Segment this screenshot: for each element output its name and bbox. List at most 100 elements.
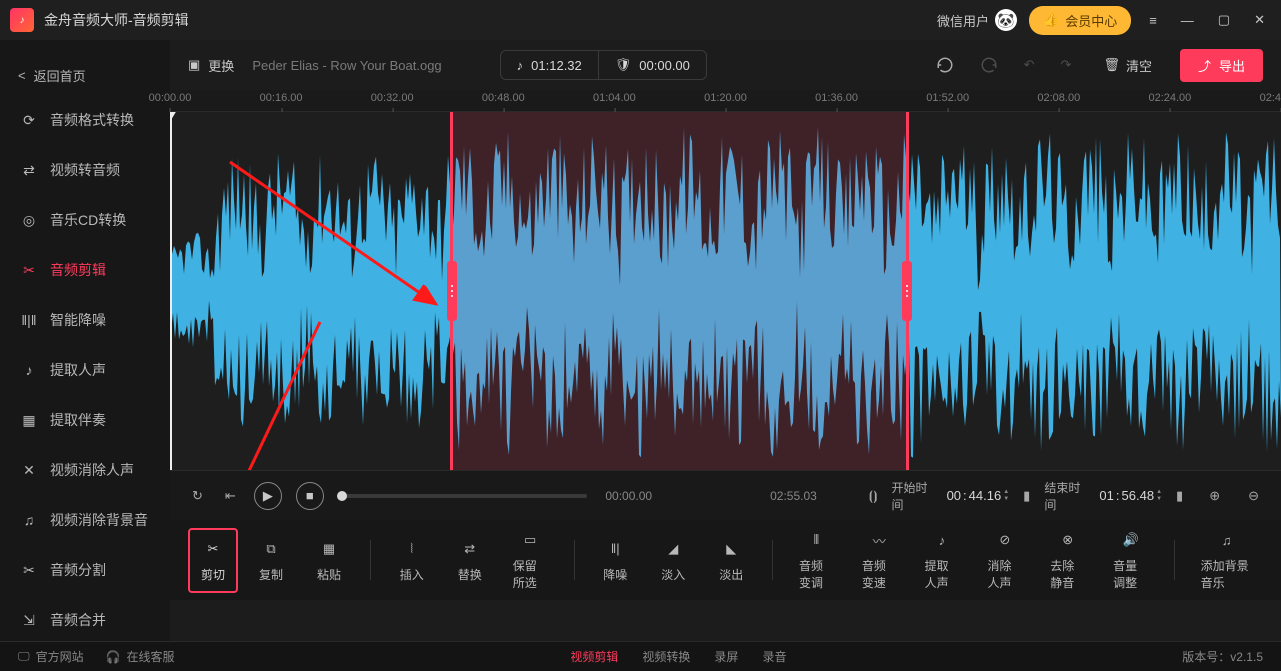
play-button[interactable]: ▶ <box>254 482 282 510</box>
sidebar-item-label: 视频消除人声 <box>50 460 134 480</box>
status-tab-3[interactable]: 录音 <box>762 648 786 665</box>
tool-copy[interactable]: ⧉复制 <box>246 530 296 591</box>
redo-far-button[interactable]: ↷ <box>1057 53 1076 77</box>
waveform-area[interactable] <box>170 112 1281 470</box>
ruler-mark: 02:40.00 <box>1260 92 1281 104</box>
bracket-left-icon[interactable]: ⦗⦘ <box>865 484 882 508</box>
status-tab-2[interactable]: 录屏 <box>714 648 738 665</box>
sidebar-item-label: 音频合并 <box>50 610 106 630</box>
split-icon: ✂ <box>20 561 38 579</box>
playhead[interactable] <box>170 112 172 470</box>
end-time-input[interactable]: 01 : 56.48 ▲▼ <box>1099 488 1162 503</box>
sidebar-item-5[interactable]: ♪提取人声 <box>0 345 170 395</box>
tool-keep[interactable]: ▭保留所选 <box>503 521 558 599</box>
status-tab-0[interactable]: 视频剪辑 <box>570 648 618 665</box>
tool-remove-silence[interactable]: ⊗去除静音 <box>1040 521 1095 599</box>
tool-remove-voice[interactable]: ⊘消除人声 <box>977 521 1032 599</box>
status-tab-1[interactable]: 视频转换 <box>642 648 690 665</box>
sidebar-item-2[interactable]: ◎音乐CD转换 <box>0 195 170 245</box>
sidebar-item-0[interactable]: ⟳音频格式转换 <box>0 95 170 145</box>
skip-start-button[interactable]: ⇤ <box>221 484 240 508</box>
sidebar-item-4[interactable]: ‖|‖智能降噪 <box>0 295 170 345</box>
stop-button[interactable]: ■ <box>296 482 324 510</box>
remove-voice-icon: ⊘ <box>994 529 1016 551</box>
file-icon: ▣ <box>188 57 200 73</box>
avatar-icon: 🐼 <box>995 9 1017 31</box>
tool-replace[interactable]: ⇄替换 <box>445 530 495 591</box>
sidebar-item-3[interactable]: ✂音频剪辑 <box>0 245 170 295</box>
timeline-ruler[interactable]: 00:00.0000:16.0000:32.0000:48.0001:04.00… <box>170 90 1281 112</box>
progress-knob[interactable] <box>337 491 347 501</box>
chevron-up-icon[interactable]: ▲ <box>1156 489 1162 495</box>
sidebar-back-label: 返回首页 <box>34 66 86 85</box>
tool-label: 提取人声 <box>925 557 960 591</box>
sidebar-item-9[interactable]: ✂音频分割 <box>0 545 170 595</box>
chevron-down-icon[interactable]: ▼ <box>1156 496 1162 502</box>
video-to-audio-icon: ⇄ <box>20 161 38 179</box>
sidebar-item-7[interactable]: ✕视频消除人声 <box>0 445 170 495</box>
sidebar-item-label: 提取人声 <box>50 360 106 380</box>
vip-button[interactable]: 👍 会员中心 <box>1029 6 1131 35</box>
tool-denoise-tool[interactable]: ‖|降噪 <box>590 530 640 591</box>
selection-overlay[interactable] <box>450 112 909 470</box>
tool-label: 音频变调 <box>799 557 834 591</box>
tool-pitch[interactable]: ⫴音频变调 <box>789 521 844 599</box>
headset-icon: 🎧 <box>106 650 121 664</box>
sidebar-item-8[interactable]: ♫视频消除背景音 <box>0 495 170 545</box>
redo-button[interactable] <box>976 52 1002 78</box>
minimize-button[interactable]: — <box>1175 9 1200 32</box>
sidebar-item-6[interactable]: ▦提取伴奏 <box>0 395 170 445</box>
tool-insert[interactable]: ⦚插入 <box>387 530 437 591</box>
selection-duration[interactable]: ♪ 01:12.32 <box>501 51 599 79</box>
cd-icon: ◎ <box>20 211 38 229</box>
official-site-link[interactable]: 🖵 官方网站 <box>18 648 84 665</box>
titlebar: ♪ 金舟音频大师-音频剪辑 微信用户 🐼 👍 会员中心 ≡ — ▢ ✕ <box>0 0 1281 40</box>
selection-handle-right[interactable] <box>902 261 912 321</box>
start-time-input[interactable]: 00 : 44.16 ▲▼ <box>947 488 1010 503</box>
wechat-user[interactable]: 微信用户 🐼 <box>937 9 1017 31</box>
export-label: 导出 <box>1219 56 1245 75</box>
progress-track[interactable] <box>342 494 588 498</box>
ruler-mark: 00:00.00 <box>149 92 192 104</box>
paste-icon: ▦ <box>318 538 340 560</box>
playback-bar: ↻ ⇤ ▶ ■ 00:00.00 02:55.03 ⦗⦘ 开始时间 00 : 4… <box>170 470 1281 520</box>
maximize-button[interactable]: ▢ <box>1212 8 1236 32</box>
zoom-in-button[interactable]: ⊕ <box>1205 484 1224 508</box>
clear-button[interactable]: 🗑 清空 <box>1093 50 1162 81</box>
tool-paste[interactable]: ▦粘贴 <box>304 530 354 591</box>
ruler-mark: 02:24.00 <box>1148 92 1191 104</box>
copy-icon: ⧉ <box>260 538 282 560</box>
tool-extract-voice[interactable]: ♪提取人声 <box>915 521 970 599</box>
chevron-down-icon[interactable]: ▼ <box>1003 496 1009 502</box>
flag-end-icon[interactable]: ▮ <box>1172 484 1187 508</box>
tool-speed[interactable]: 〰音频变速 <box>852 521 907 599</box>
version-label: 版本号： <box>1182 650 1230 664</box>
export-button[interactable]: ⤴ 导出 <box>1180 49 1263 82</box>
statusbar: 🖵 官方网站 🎧 在线客服 视频剪辑视频转换录屏录音 版本号：v2.1.5 <box>0 641 1281 671</box>
tool-fadein[interactable]: ◢淡入 <box>648 530 698 591</box>
file-toolbar: ▣ 更换 Peder Elias - Row Your Boat.ogg ♪ 0… <box>170 40 1281 90</box>
close-button[interactable]: ✕ <box>1248 8 1271 32</box>
tool-volume[interactable]: 🔊音量调整 <box>1103 521 1158 599</box>
sidebar-back[interactable]: < 返回首页 <box>0 56 170 95</box>
tool-cut[interactable]: ✂剪切 <box>188 528 238 593</box>
tool-add-bgm[interactable]: ♫添加背景音乐 <box>1191 521 1263 599</box>
sidebar-item-label: 提取伴奏 <box>50 410 106 430</box>
undo-far-button[interactable]: ↶ <box>1020 53 1039 77</box>
total-time: 02:55.03 <box>770 489 817 503</box>
tool-fadeout[interactable]: ◣淡出 <box>706 530 756 591</box>
swap-file-button[interactable]: ▣ 更换 <box>188 56 234 75</box>
zoom-out-button[interactable]: ⊖ <box>1244 484 1263 508</box>
sidebar-item-1[interactable]: ⇄ 视频转音频 <box>0 145 170 195</box>
chevron-up-icon[interactable]: ▲ <box>1003 489 1009 495</box>
protect-duration[interactable]: 🛡 00:00.00 <box>599 51 706 79</box>
support-link[interactable]: 🎧 在线客服 <box>106 648 175 665</box>
loop-button[interactable]: ↻ <box>188 484 207 508</box>
undo-button[interactable] <box>932 52 958 78</box>
menu-button[interactable]: ≡ <box>1143 9 1163 32</box>
sidebar-item-label: 智能降噪 <box>50 310 106 330</box>
flag-start-icon[interactable]: ▮ <box>1019 484 1034 508</box>
sidebar-item-10[interactable]: ⇲音频合并 <box>0 595 170 645</box>
selection-handle-left[interactable] <box>447 261 457 321</box>
sidebar-item-label: 视频转音频 <box>50 160 120 180</box>
